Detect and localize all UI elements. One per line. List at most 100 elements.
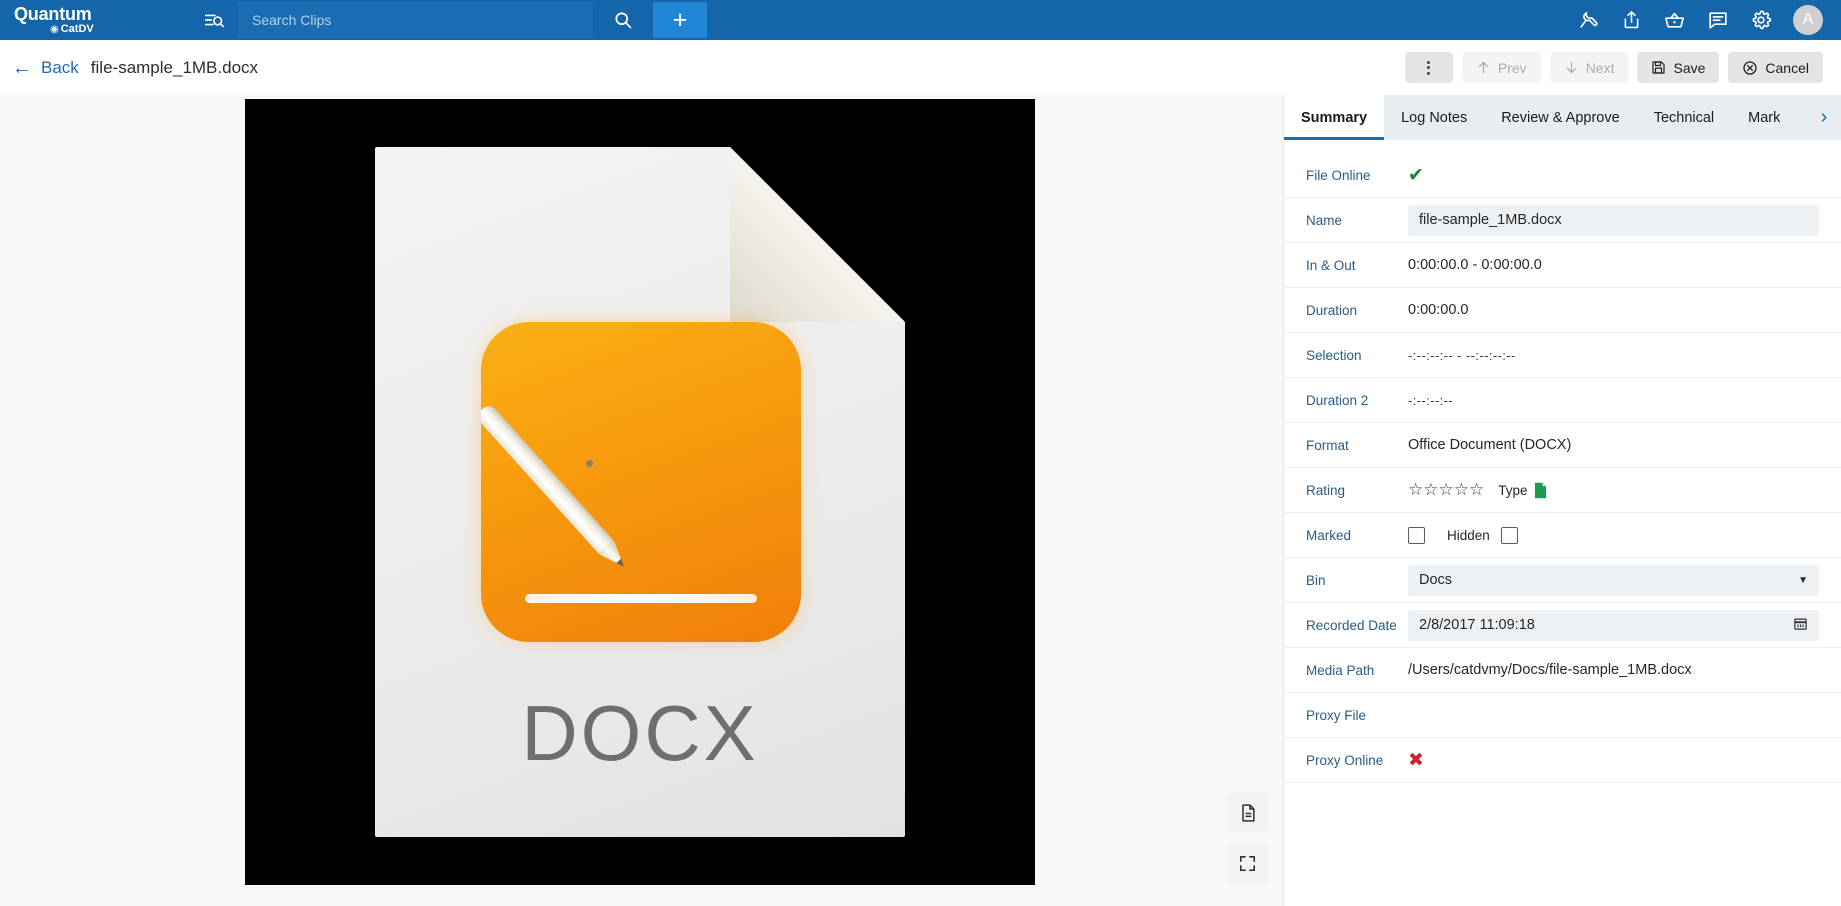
- duration-value-text: 0:00:00.0: [1408, 302, 1469, 318]
- field-recorded-date-label: Recorded Date: [1306, 617, 1397, 633]
- save-disk-icon: [1652, 61, 1666, 74]
- docx-app-icon: [481, 322, 801, 642]
- field-in-out-value: 0:00:00.0 - 0:00:00.0: [1408, 257, 1819, 273]
- cancel-button[interactable]: Cancel: [1728, 52, 1823, 83]
- field-file-online: File Online ✔: [1284, 153, 1841, 198]
- field-in-out: In & Out 0:00:00.0 - 0:00:00.0: [1284, 243, 1841, 288]
- tab-technical-label: Technical: [1653, 109, 1715, 126]
- share-upload-icon[interactable]: [1621, 9, 1642, 31]
- field-proxy-file: Proxy File: [1284, 693, 1841, 738]
- fullscreen-icon-button[interactable]: [1227, 843, 1268, 884]
- basket-icon[interactable]: [1663, 9, 1686, 31]
- fullscreen-icon: [1239, 855, 1256, 872]
- preview-pane: DOCX: [0, 95, 1283, 906]
- field-proxy-file-label: Proxy File: [1306, 707, 1367, 723]
- field-media-path-value: /Users/catdvmy/Docs/file-sample_1MB.docx: [1408, 662, 1819, 678]
- brand-logo-main: Quantum: [14, 4, 92, 24]
- bin-select-value: Docs: [1419, 572, 1453, 588]
- type-label: Type: [1498, 482, 1528, 498]
- save-button[interactable]: Save: [1637, 52, 1720, 83]
- calendar-icon[interactable]: [1793, 616, 1808, 635]
- save-button-label: Save: [1673, 59, 1706, 76]
- media-path-value-text: /Users/catdvmy/Docs/file-sample_1MB.docx: [1408, 662, 1692, 678]
- add-button-label: +: [672, 5, 688, 34]
- cancel-button-label: Cancel: [1765, 59, 1809, 76]
- tab-summary[interactable]: Summary: [1284, 95, 1385, 140]
- search-input-placeholder: Search Clips: [252, 12, 332, 28]
- metadata-tabs: Summary Log Notes Review & Approve Techn…: [1284, 95, 1841, 140]
- wrench-icon[interactable]: [1578, 9, 1600, 31]
- search-submit-button[interactable]: [593, 0, 653, 40]
- metadata-fields: File Online ✔ Name file-sample_1MB.docx …: [1284, 140, 1841, 783]
- tab-log-notes[interactable]: Log Notes: [1384, 95, 1484, 140]
- hidden-label: Hidden: [1447, 527, 1490, 543]
- prev-button[interactable]: Prev: [1461, 52, 1541, 83]
- tab-summary-label: Summary: [1301, 109, 1368, 126]
- back-button[interactable]: ← Back: [0, 58, 79, 78]
- brand-logo-sub-row: ◉ CatDV: [50, 24, 190, 35]
- viewer-tool-group: [1227, 792, 1268, 884]
- next-button-label: Next: [1585, 59, 1615, 76]
- tab-review-approve-label: Review & Approve: [1501, 109, 1620, 126]
- field-rating-value: ☆☆☆☆☆ Type: [1408, 480, 1819, 500]
- field-duration-label: Duration: [1306, 302, 1358, 318]
- field-file-online-value: ✔: [1408, 166, 1819, 185]
- selection-value-text: -:--:--:-- - --:--:--:--: [1408, 347, 1516, 363]
- underline-bar: [525, 594, 757, 603]
- prev-button-label: Prev: [1497, 59, 1527, 76]
- bin-select[interactable]: Docs ▼: [1408, 564, 1819, 596]
- field-media-path: Media Path /Users/catdvmy/Docs/file-samp…: [1284, 648, 1841, 693]
- page-title: file-sample_1MB.docx: [90, 57, 259, 77]
- field-marked-label: Marked: [1306, 527, 1352, 543]
- hidden-checkbox[interactable]: [1500, 526, 1518, 544]
- field-format: Format Office Document (DOCX): [1284, 423, 1841, 468]
- rating-stars[interactable]: ☆☆☆☆☆: [1408, 480, 1484, 500]
- next-button[interactable]: Next: [1549, 52, 1629, 83]
- tab-review-approve[interactable]: Review & Approve: [1484, 95, 1636, 140]
- gear-icon[interactable]: [1750, 9, 1772, 31]
- field-proxy-online: Proxy Online ✖: [1284, 738, 1841, 783]
- marked-checkbox[interactable]: [1408, 526, 1425, 544]
- tab-technical[interactable]: Technical: [1637, 95, 1731, 140]
- field-name-label: Name: [1306, 212, 1343, 228]
- name-input-value: file-sample_1MB.docx: [1419, 212, 1562, 228]
- arrow-down-icon: [1566, 61, 1576, 74]
- brand-logo-sub: CatDV: [60, 23, 94, 35]
- field-duration-2-label: Duration 2: [1306, 392, 1369, 408]
- field-bin-value: Docs ▼: [1408, 564, 1819, 596]
- name-input[interactable]: file-sample_1MB.docx: [1408, 204, 1819, 236]
- field-media-path-label: Media Path: [1306, 662, 1375, 678]
- field-in-out-label: In & Out: [1306, 257, 1356, 273]
- comment-icon[interactable]: [1707, 9, 1729, 31]
- field-rating: Rating ☆☆☆☆☆ Type: [1284, 468, 1841, 513]
- field-duration-2-value: -:--:--:--: [1408, 393, 1819, 408]
- chevron-down-icon: ▼: [1798, 574, 1808, 586]
- media-viewer[interactable]: DOCX: [245, 99, 1035, 885]
- arrow-up-icon: [1478, 61, 1489, 74]
- avatar[interactable]: A: [1793, 5, 1823, 35]
- document-toolbar: ← Back file-sample_1MB.docx Prev Next Sa…: [0, 40, 1841, 95]
- field-bin-label: Bin: [1306, 572, 1326, 588]
- field-selection-value: -:--:--:-- - --:--:--:--: [1408, 348, 1819, 363]
- in-out-value-text: 0:00:00.0 - 0:00:00.0: [1408, 257, 1542, 273]
- duration-2-value-text: -:--:--:--: [1408, 392, 1454, 408]
- brand-logo[interactable]: Quantum ◉ CatDV: [0, 0, 190, 40]
- field-bin: Bin Docs ▼: [1284, 558, 1841, 603]
- metadata-panel: Summary Log Notes Review & Approve Techn…: [1283, 95, 1841, 906]
- filter-search-icon[interactable]: [190, 0, 238, 40]
- kebab-icon: [1427, 60, 1431, 75]
- document-icon-button[interactable]: [1227, 792, 1268, 833]
- tab-mark[interactable]: Mark: [1731, 95, 1797, 140]
- docx-thumbnail: DOCX: [375, 147, 905, 837]
- recorded-date-input[interactable]: 2/8/2017 11:09:18: [1408, 609, 1819, 641]
- swirl-icon: ◉: [50, 23, 59, 35]
- search-input[interactable]: Search Clips: [238, 2, 593, 38]
- more-options-button[interactable]: [1404, 52, 1453, 83]
- toolbar-actions: Prev Next Save Cancel: [1404, 52, 1841, 83]
- docx-format-label: DOCX: [521, 689, 759, 777]
- field-selection: Selection -:--:--:-- - --:--:--:--: [1284, 333, 1841, 378]
- chevron-right-icon[interactable]: ›: [1807, 95, 1841, 140]
- field-name-value: file-sample_1MB.docx: [1408, 204, 1819, 236]
- add-button[interactable]: +: [653, 2, 707, 38]
